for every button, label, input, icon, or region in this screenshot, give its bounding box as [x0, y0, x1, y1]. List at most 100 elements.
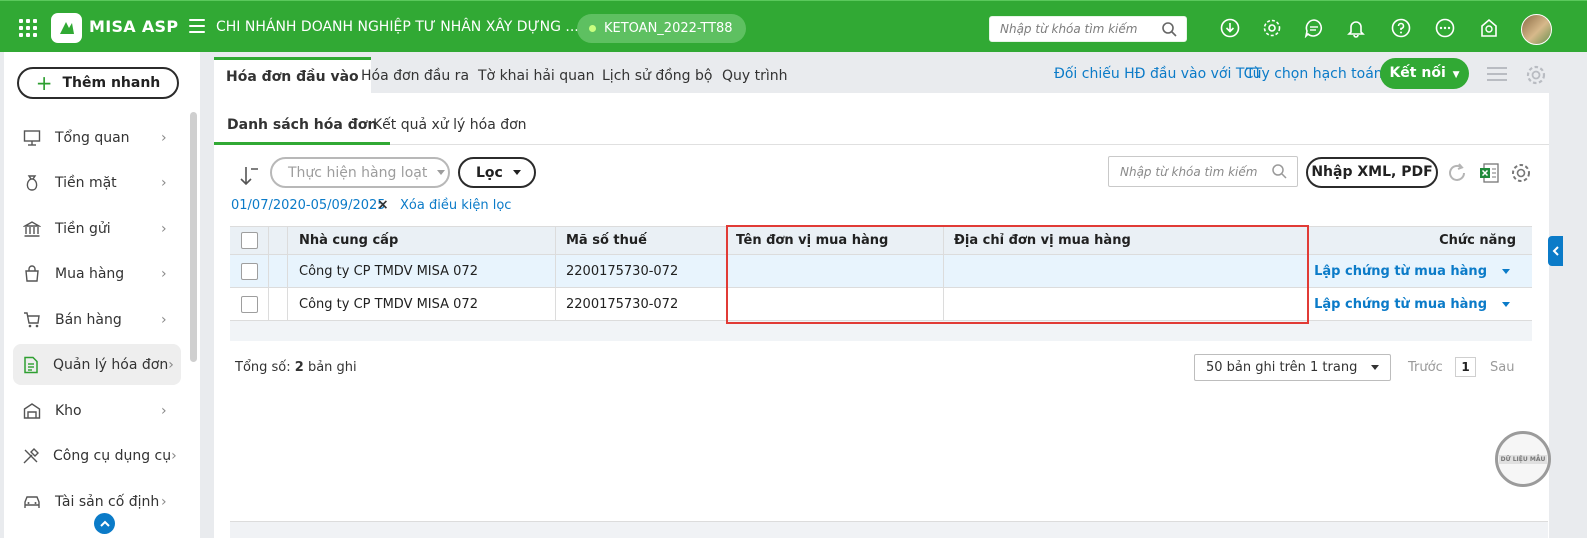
refresh-icon[interactable]: [1445, 161, 1469, 185]
close-icon[interactable]: ×: [377, 197, 389, 213]
sidebar-scrollbar[interactable]: [190, 112, 197, 362]
sidebar-item-sales[interactable]: Bán hàng ›: [13, 299, 181, 340]
buyer-name-cell: [727, 288, 944, 320]
notification-bell-icon[interactable]: [1345, 17, 1367, 39]
chevron-right-icon: ›: [161, 311, 167, 328]
create-purchase-voucher-link[interactable]: Lập chứng từ mua hàng: [1314, 264, 1487, 279]
more-icon[interactable]: [1434, 17, 1456, 39]
sidebar-item-cash[interactable]: Tiền mặt ›: [13, 162, 181, 203]
sidebar-item-label: Tài sản cố định: [55, 493, 160, 510]
bank-icon: [22, 219, 42, 239]
supplier-cell: Công ty CP TMDV MISA 072: [288, 288, 556, 320]
shopping-bag-icon: [22, 264, 42, 284]
column-header-tax-code[interactable]: Mã số thuế: [556, 227, 727, 254]
gear-icon[interactable]: [1525, 64, 1547, 90]
list-view-icon[interactable]: [1487, 67, 1507, 81]
previous-page-button[interactable]: Trước: [1408, 360, 1443, 375]
compare-tct-link[interactable]: Đối chiếu HĐ đầu vào với TCT: [1054, 66, 1262, 82]
tab-invoice-list[interactable]: Danh sách hóa đơn: [214, 108, 391, 145]
chat-icon[interactable]: [1303, 17, 1325, 39]
caret-down-icon[interactable]: [1502, 301, 1510, 307]
list-search[interactable]: [1108, 156, 1298, 187]
search-icon[interactable]: [1271, 163, 1287, 183]
tips-icon[interactable]: [1478, 17, 1500, 39]
row-checkbox[interactable]: [241, 262, 258, 280]
tax-code-cell: 2200175730-072: [556, 288, 727, 320]
connect-label: Kết nối: [1389, 65, 1446, 81]
column-header-buyer-address[interactable]: Địa chỉ đơn vị mua hàng: [944, 227, 1308, 254]
sidebar-item-label: Tiền gửi: [55, 220, 111, 237]
filter-label: Lọc: [476, 164, 503, 181]
tab-processing-results[interactable]: Kết quả xử lý hóa đơn: [373, 108, 527, 145]
caret-down-icon[interactable]: [1502, 268, 1510, 274]
misa-logo-icon: [51, 13, 82, 43]
buyer-name-cell: [727, 255, 944, 287]
quick-add-button[interactable]: + Thêm nhanh: [17, 67, 179, 99]
page-size-select[interactable]: 50 bản ghi trên 1 trang: [1194, 354, 1391, 381]
import-xml-pdf-button[interactable]: Nhập XML, PDF: [1306, 157, 1438, 188]
spacer-cell: [269, 255, 288, 287]
sidebar-item-label: Kho: [55, 402, 82, 419]
table-summary-row: [230, 321, 1532, 341]
buyer-address-cell: [944, 288, 1308, 320]
date-range-filter[interactable]: 01/07/2020-05/09/2025: [231, 198, 386, 213]
tax-code-cell: 2200175730-072: [556, 255, 727, 287]
chevron-right-icon: ›: [161, 265, 167, 282]
chevron-left-icon[interactable]: [1548, 236, 1563, 266]
settings-icon[interactable]: [1509, 161, 1533, 185]
excel-export-icon[interactable]: [1477, 161, 1501, 185]
global-search-input[interactable]: [990, 17, 1150, 41]
column-header-supplier[interactable]: Nhà cung cấp: [288, 227, 556, 254]
list-search-input[interactable]: [1109, 157, 1259, 186]
user-avatar[interactable]: [1521, 14, 1552, 45]
download-icon[interactable]: [1219, 17, 1241, 39]
caret-down-icon: ▼: [1452, 70, 1460, 80]
sidebar-item-overview[interactable]: Tổng quan ›: [13, 117, 181, 158]
next-page-button[interactable]: Sau: [1490, 360, 1514, 375]
tab-output-invoices[interactable]: Hóa đơn đầu ra: [361, 57, 469, 94]
record-total: Tổng số: 2 bản ghi: [235, 360, 357, 375]
filter-button[interactable]: Lọc: [458, 157, 536, 188]
sidebar-item-invoice-management[interactable]: Quản lý hóa đơn ›: [13, 344, 181, 385]
sample-data-stamp: DỮ LIỆU MẪU: [1495, 431, 1551, 487]
clear-filter-link[interactable]: Xóa điều kiện lọc: [400, 198, 511, 213]
sidebar-item-warehouse[interactable]: Kho ›: [13, 390, 181, 431]
sidebar: + Thêm nhanh Tổng quan › Tiền mặt › Tiền…: [4, 52, 200, 538]
column-header-buyer-name[interactable]: Tên đơn vị mua hàng: [727, 227, 944, 254]
row-select-cell: [230, 255, 269, 287]
sidebar-item-purchase[interactable]: Mua hàng ›: [13, 253, 181, 294]
tab-input-invoices[interactable]: Hóa đơn đầu vào: [214, 57, 371, 94]
tab-sync-history[interactable]: Lịch sử đồng bộ: [602, 57, 712, 94]
sidebar-item-tools[interactable]: Công cụ dụng cụ ›: [13, 435, 181, 476]
table-row[interactable]: Công ty CP TMDV MISA 072 2200175730-072 …: [230, 255, 1532, 288]
tab-workflow[interactable]: Quy trình: [722, 57, 788, 94]
sort-icon[interactable]: [238, 165, 260, 191]
global-search[interactable]: [989, 16, 1187, 42]
batch-action-button[interactable]: Thực hiện hàng loạt: [270, 157, 450, 188]
accounting-options-link[interactable]: Tùy chọn hạch toán: [1246, 66, 1383, 82]
select-all-checkbox[interactable]: [241, 232, 258, 249]
database-selector[interactable]: KETOAN_2022-TT88: [577, 14, 746, 43]
search-icon[interactable]: [1161, 21, 1177, 41]
current-page[interactable]: 1: [1455, 357, 1476, 377]
chevron-right-icon: ›: [161, 220, 167, 237]
sidebar-item-deposit[interactable]: Tiền gửi ›: [13, 208, 181, 249]
chevron-right-icon: ›: [161, 402, 167, 419]
caret-down-icon: [437, 170, 446, 175]
row-checkbox[interactable]: [241, 295, 258, 313]
help-icon[interactable]: [1390, 17, 1412, 39]
select-all-cell: [230, 227, 269, 254]
company-name[interactable]: CHI NHÁNH DOANH NGHIỆP TƯ NHÂN XÂY DỰNG …: [216, 19, 579, 35]
tab-customs-declaration[interactable]: Tờ khai hải quan: [478, 57, 594, 94]
create-purchase-voucher-link[interactable]: Lập chứng từ mua hàng: [1314, 297, 1487, 312]
sub-tabs: Danh sách hóa đơn Kết quả xử lý hóa đơn: [214, 108, 1549, 145]
sidebar-item-label: Bán hàng: [55, 311, 122, 328]
spacer-cell: [269, 288, 288, 320]
chevron-up-icon[interactable]: [94, 513, 115, 534]
connect-button[interactable]: Kết nối ▼: [1380, 58, 1469, 89]
settings-icon[interactable]: [1261, 17, 1283, 39]
action-cell: Lập chứng từ mua hàng: [1308, 288, 1532, 320]
table-row[interactable]: Công ty CP TMDV MISA 072 2200175730-072 …: [230, 288, 1532, 321]
apps-grid-icon[interactable]: [19, 19, 37, 37]
menu-toggle-icon[interactable]: [189, 19, 205, 33]
